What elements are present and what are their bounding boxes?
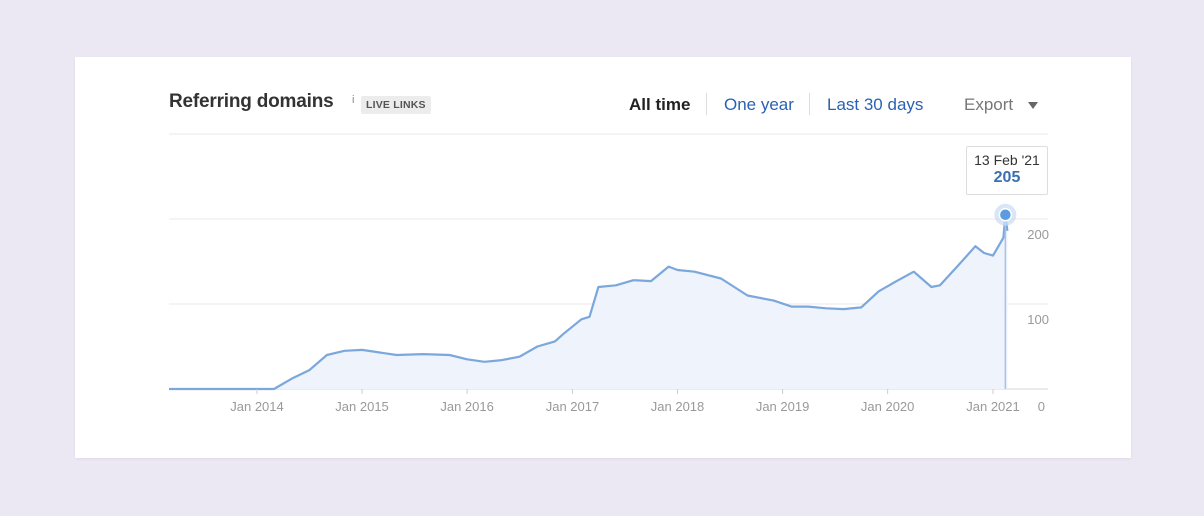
y-tick-label: 0 (1038, 399, 1045, 414)
referring-domains-card: Referring domains i LIVE LINKS All time … (75, 57, 1131, 458)
hover-tooltip: 13 Feb '21 205 (966, 146, 1048, 195)
x-tick-label: Jan 2018 (651, 399, 705, 414)
x-tick-label: Jan 2021 (966, 399, 1020, 414)
y-tick-label: 200 (1027, 227, 1049, 242)
tooltip-date: 13 Feb '21 (974, 152, 1040, 168)
marker-dot (998, 208, 1013, 222)
y-axis: 0 100 200 (1027, 227, 1049, 414)
x-tick-label: Jan 2019 (756, 399, 810, 414)
tooltip-value: 205 (993, 169, 1021, 186)
x-tick-label: Jan 2017 (546, 399, 600, 414)
x-tick-label: Jan 2015 (335, 399, 389, 414)
series-area (169, 214, 1008, 389)
x-axis: Jan 2014 Jan 2015 Jan 2016 Jan 2017 Jan 2018… (230, 389, 1020, 414)
area-chart: Jan 2014 Jan 2015 Jan 2016 Jan 2017 Jan 2018… (169, 133, 1049, 414)
x-tick-label: Jan 2020 (861, 399, 915, 414)
y-tick-label: 100 (1027, 312, 1049, 327)
x-tick-label: Jan 2014 (230, 399, 284, 414)
x-tick-label: Jan 2016 (440, 399, 494, 414)
